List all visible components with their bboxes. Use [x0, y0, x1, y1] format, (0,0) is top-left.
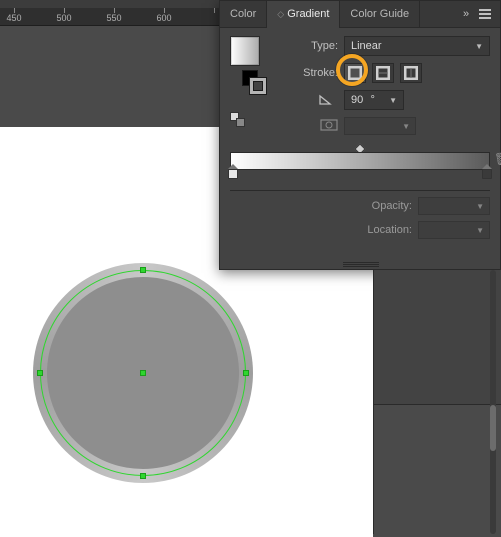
chevron-down-icon: ▼ — [476, 226, 484, 235]
anchor-handle-left[interactable] — [37, 370, 43, 376]
ruler-label: 600 — [156, 13, 171, 23]
angle-icon — [318, 92, 334, 108]
right-dock-strip — [373, 270, 501, 534]
type-dropdown[interactable]: Linear ▼ — [344, 36, 490, 56]
stroke-gradient-across[interactable] — [400, 63, 422, 83]
gradient-swatch[interactable] — [230, 36, 260, 66]
selected-ellipse[interactable] — [33, 263, 253, 483]
center-handle[interactable] — [140, 370, 146, 376]
expand-panel-icon[interactable]: » — [456, 8, 476, 20]
dock-scrollbar[interactable] — [490, 270, 496, 534]
stroke-gradient-along[interactable] — [372, 63, 394, 83]
anchor-handle-right[interactable] — [243, 370, 249, 376]
dock-slot-lower[interactable] — [374, 405, 501, 534]
stroke-gradient-within[interactable] — [344, 63, 366, 83]
anchor-handle-bottom[interactable] — [140, 473, 146, 479]
stroke-within-icon — [348, 66, 362, 80]
location-dropdown[interactable]: ▼ — [418, 221, 490, 239]
gradient-stop-right[interactable] — [482, 169, 492, 181]
chevron-down-icon: ▼ — [475, 42, 483, 51]
fill-stroke-toggle[interactable] — [242, 70, 268, 96]
stroke-along-icon — [376, 66, 390, 80]
chevron-down-icon: ▼ — [402, 122, 410, 131]
reverse-gradient-icon[interactable] — [230, 112, 248, 130]
app-chrome-strip — [0, 0, 219, 8]
ruler-label: 450 — [6, 13, 21, 23]
tab-color-guide[interactable]: Color Guide — [340, 1, 420, 28]
tab-color[interactable]: Color — [220, 1, 267, 28]
stroke-proxy[interactable] — [250, 78, 266, 94]
angle-value: 90 — [351, 94, 363, 106]
panel-menu-icon[interactable] — [476, 13, 494, 15]
aspect-ratio-dropdown[interactable]: ▼ — [344, 117, 416, 135]
chevron-down-icon: ▼ — [389, 96, 397, 105]
anchor-handle-top[interactable] — [140, 267, 146, 273]
panel-tab-bar: Color ◇Gradient Color Guide » — [220, 1, 500, 28]
delete-stop-icon[interactable]: 🗑 — [494, 152, 501, 168]
ruler-label: 550 — [106, 13, 121, 23]
horizontal-ruler: 450 500 550 600 — [0, 8, 219, 26]
panel-resize-grip[interactable] — [343, 262, 379, 268]
dock-slot-upper[interactable] — [374, 270, 501, 405]
type-value: Linear — [351, 40, 382, 52]
gradient-stop-left[interactable] — [228, 169, 238, 181]
aspect-ratio-icon — [320, 119, 338, 133]
opacity-label: Opacity: — [372, 200, 412, 212]
scrollbar-thumb[interactable] — [490, 405, 496, 451]
location-label: Location: — [367, 224, 412, 236]
gradient-ramp[interactable] — [230, 152, 490, 170]
chevron-down-icon: ▼ — [476, 202, 484, 211]
stroke-across-icon — [404, 66, 418, 80]
gradient-panel: Color ◇Gradient Color Guide » — [219, 0, 501, 270]
angle-dropdown[interactable]: 90 ° ▼ — [344, 90, 404, 110]
type-label: Type: — [276, 40, 338, 52]
stroke-label: Stroke: — [276, 67, 338, 79]
tab-gradient[interactable]: ◇Gradient — [267, 1, 340, 28]
ruler-label: 500 — [56, 13, 71, 23]
opacity-dropdown[interactable]: ▼ — [418, 197, 490, 215]
